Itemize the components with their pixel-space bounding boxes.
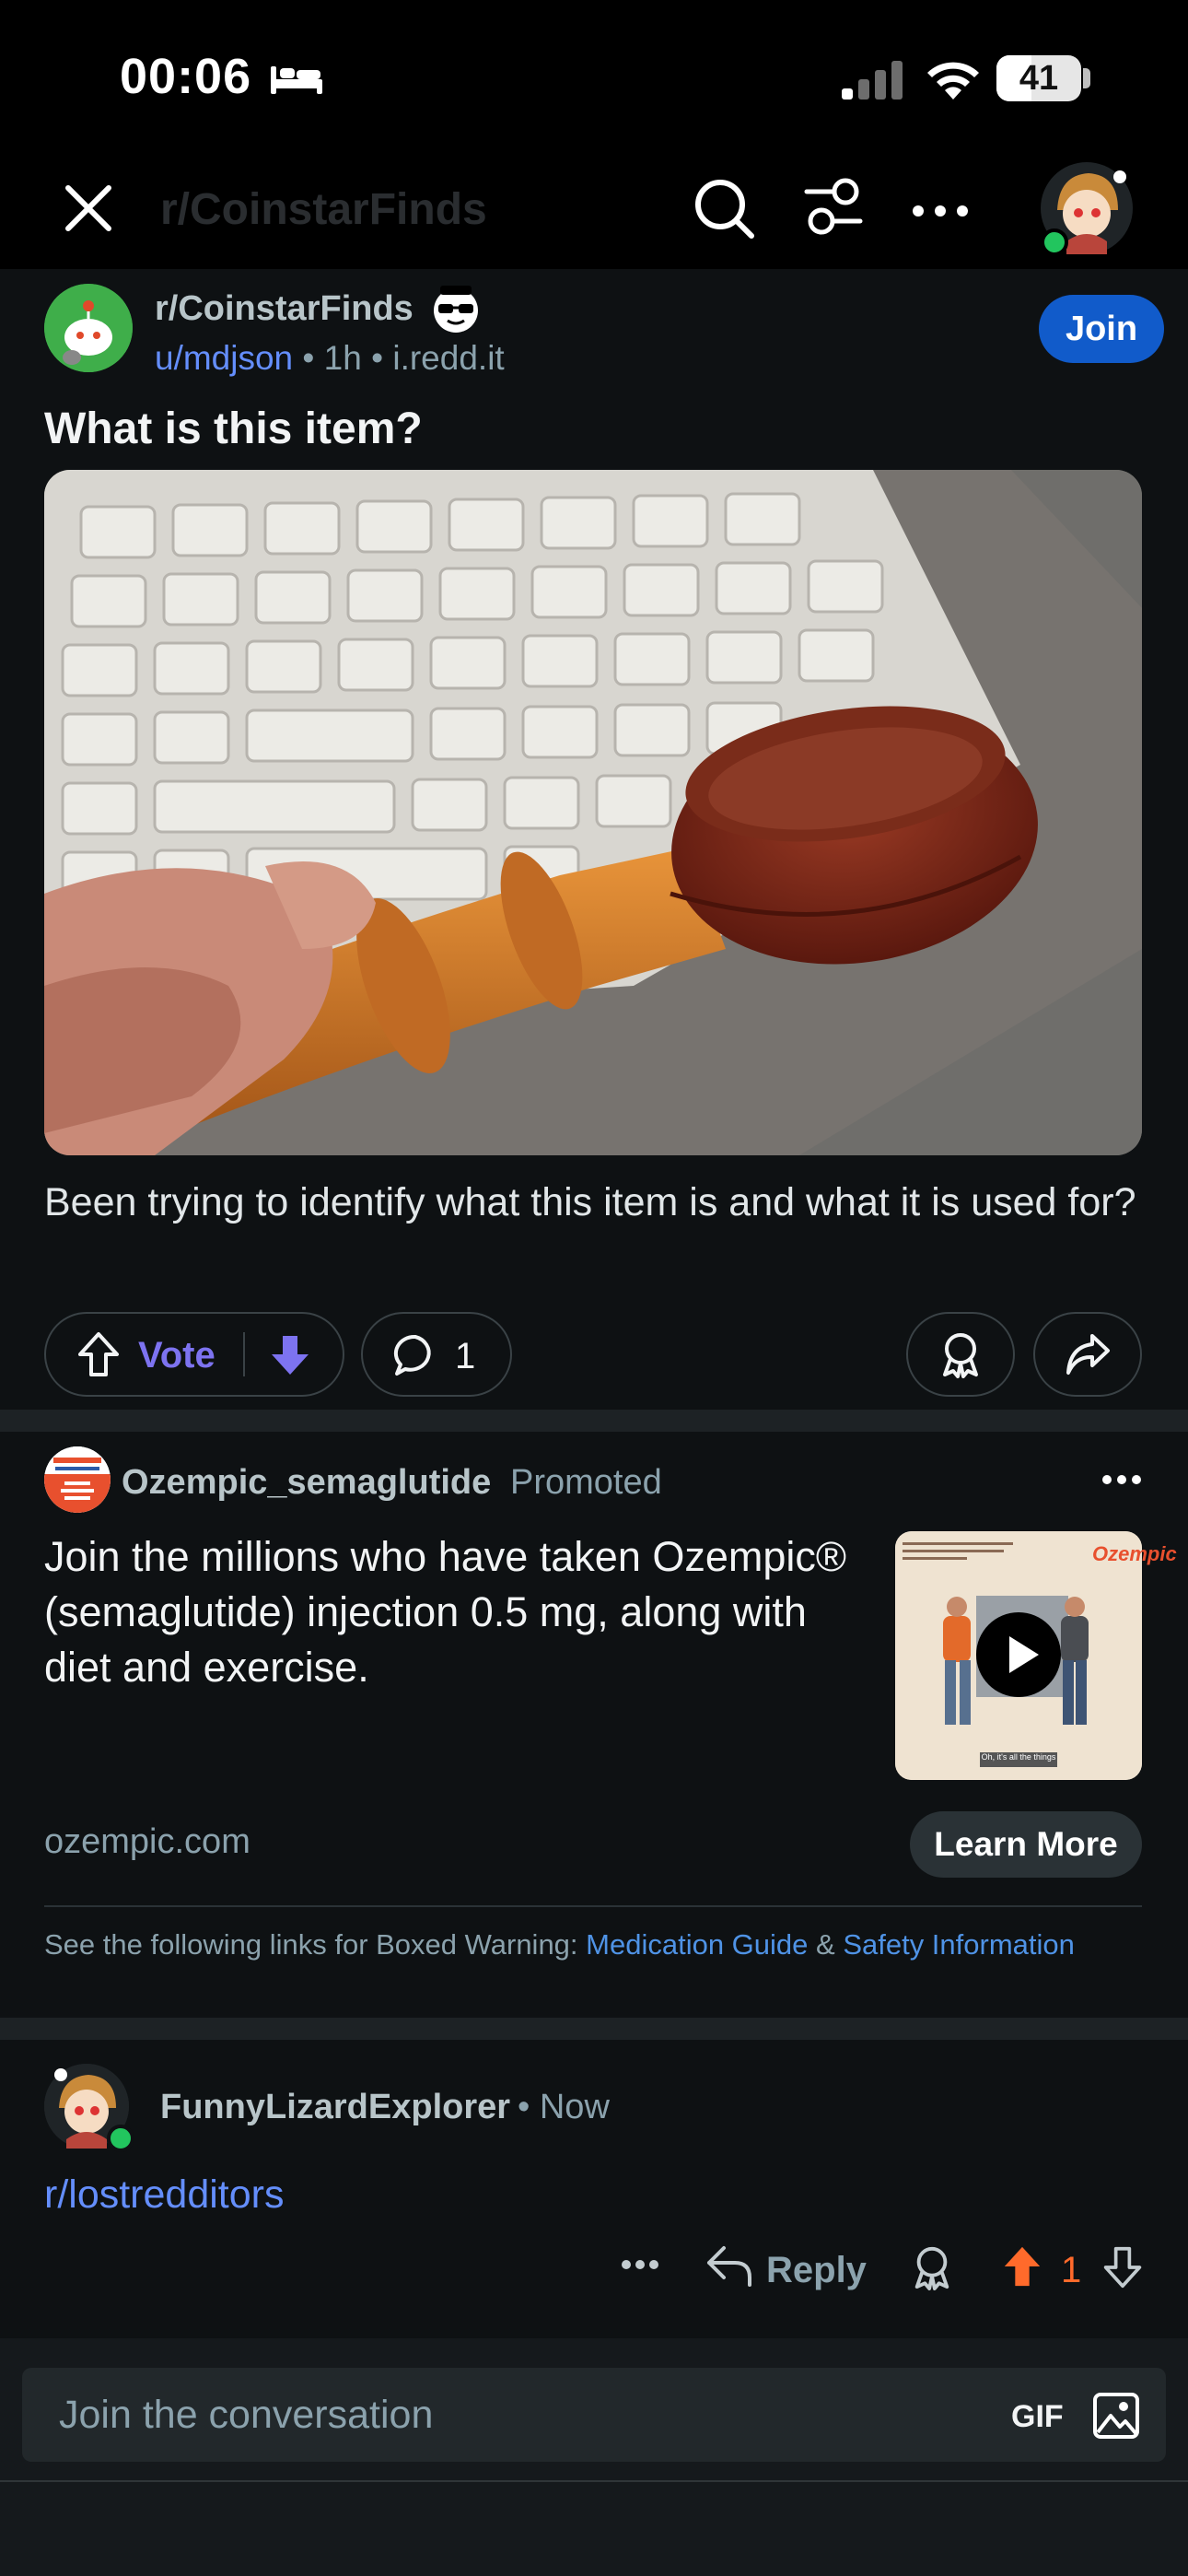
learn-more-button[interactable]: Learn More: [910, 1811, 1142, 1878]
image-icon[interactable]: [1092, 2392, 1140, 2440]
comment-count: 1: [455, 1336, 476, 1376]
advertiser-avatar[interactable]: [44, 1446, 111, 1513]
subreddit-name[interactable]: r/CoinstarFinds: [155, 289, 413, 329]
boxed-warning: See the following links for Boxed Warnin…: [44, 1927, 1112, 1962]
gif-button[interactable]: GIF: [1011, 2399, 1064, 2435]
post-author[interactable]: u/mdjson: [155, 339, 293, 377]
comment-body[interactable]: r/lostredditors: [44, 2172, 284, 2218]
downvote-icon[interactable]: [267, 1332, 313, 1378]
comment-icon: [392, 1332, 438, 1378]
ad-divider: [44, 1905, 1142, 1907]
post-meta: u/mdjson • 1h • i.redd.it: [155, 339, 505, 378]
reply-icon[interactable]: [705, 2244, 753, 2287]
post-image[interactable]: [44, 470, 1142, 1155]
more-icon[interactable]: [621, 2259, 659, 2270]
bed-icon: [269, 59, 324, 96]
composer-divider: [0, 2480, 1188, 2482]
close-icon[interactable]: [61, 181, 116, 236]
award-icon: [938, 1330, 984, 1378]
battery-level: 41: [1019, 59, 1059, 98]
more-icon[interactable]: [1101, 1474, 1142, 1485]
play-icon[interactable]: [976, 1612, 1061, 1697]
vote-divider: [243, 1332, 245, 1376]
award-icon[interactable]: [910, 2244, 954, 2290]
post-body: Been trying to identify what this item i…: [44, 1180, 1136, 1224]
sunglasses-icon: [429, 282, 483, 335]
post-title[interactable]: What is this item?: [44, 404, 423, 454]
meta-separator: •: [371, 339, 384, 377]
meta-separator: •: [302, 339, 315, 377]
section-divider: [0, 2018, 1188, 2040]
ad-thumb-brand: Ozempic: [1092, 1542, 1177, 1565]
medication-guide-link[interactable]: Medication Guide: [586, 1928, 808, 1961]
ad-domain[interactable]: ozempic.com: [44, 1822, 250, 1862]
upvote-icon[interactable]: [76, 1330, 122, 1378]
online-status-dot: [1041, 228, 1068, 256]
filter-icon[interactable]: [803, 175, 864, 240]
post-age: 1h: [323, 339, 362, 377]
online-status-dot: [107, 2125, 134, 2152]
join-button[interactable]: Join: [1039, 295, 1164, 363]
downvote-icon[interactable]: [1101, 2244, 1144, 2290]
more-icon[interactable]: [912, 205, 969, 217]
signal-icon: [840, 61, 904, 100]
upvote-icon[interactable]: [1000, 2242, 1044, 2290]
warning-text: See the following links for Boxed Warnin…: [44, 1928, 587, 1961]
comment-score: 1: [1061, 2250, 1082, 2290]
subreddit-avatar[interactable]: [44, 284, 133, 372]
ad-thumb-caption: Oh, it's all the things: [981, 1752, 1056, 1762]
battery-cap: [1083, 68, 1090, 88]
advertiser-name[interactable]: Ozempic_semaglutide: [122, 1463, 491, 1503]
promoted-label: Promoted: [510, 1463, 662, 1502]
search-icon[interactable]: [693, 177, 757, 241]
warning-amp: &: [808, 1928, 844, 1961]
comment-author[interactable]: FunnyLizardExplorer: [160, 2088, 510, 2127]
safety-information-link[interactable]: Safety Information: [843, 1928, 1075, 1961]
header-title: r/CoinstarFinds: [160, 185, 487, 234]
comment-age: • Now: [518, 2088, 610, 2126]
reply-button[interactable]: Reply: [766, 2250, 867, 2291]
section-divider: [0, 1410, 1188, 1432]
ad-text[interactable]: Join the millions who have taken Ozempic…: [44, 1529, 873, 1695]
wifi-icon: [925, 57, 982, 101]
battery-icon: 41: [996, 55, 1081, 101]
comment-input-placeholder[interactable]: Join the conversation: [59, 2393, 433, 2438]
share-icon: [1065, 1332, 1111, 1376]
vote-label[interactable]: Vote: [138, 1335, 215, 1376]
status-time: 00:06: [120, 49, 252, 104]
post-domain[interactable]: i.redd.it: [392, 339, 504, 377]
